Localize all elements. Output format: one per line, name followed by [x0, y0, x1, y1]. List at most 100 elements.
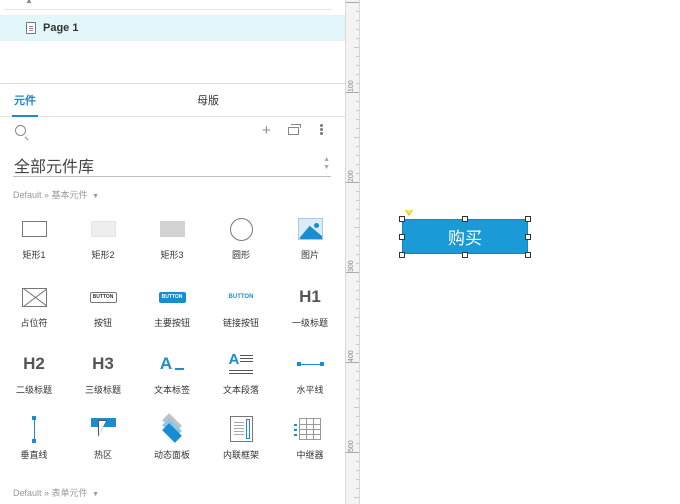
ruler-tick: [356, 290, 359, 291]
widget-image[interactable]: 图片: [280, 210, 340, 268]
widget-primary-button[interactable]: BUTTON 主要按钮: [142, 278, 202, 336]
button-icon: BUTTON: [73, 282, 133, 312]
ruler-tick: [346, 2, 359, 3]
ruler-tick: [356, 281, 359, 282]
group-name: 基本元件: [51, 190, 88, 200]
heading3-icon: H3: [92, 354, 114, 373]
interaction-marker-icon[interactable]: [405, 210, 413, 216]
tab-components[interactable]: 元件: [12, 85, 38, 117]
ruler-tick: [356, 416, 359, 417]
primary-button-icon: BUTTON: [142, 282, 202, 312]
resize-handle-bottom-left[interactable]: [399, 252, 405, 258]
dynamic-panel-icon: [142, 413, 202, 444]
ruler-tick: [354, 317, 359, 318]
left-panel: ▲ Page 1 元件 母版 + 全部元件库 ▲ ▼ Default » 基本元件…: [0, 0, 346, 504]
widget-label: 二级标题: [15, 385, 52, 395]
widget-heading1[interactable]: H1 一级标题: [280, 278, 340, 336]
widget-text-label[interactable]: A 文本标签: [142, 345, 202, 403]
search-icon[interactable]: [15, 125, 26, 136]
ruler-tick: [346, 452, 359, 453]
ruler-tick: [354, 407, 359, 408]
ruler-tick: [356, 434, 359, 435]
ruler-tick: [346, 182, 359, 183]
widget-repeater[interactable]: 中继器: [280, 410, 340, 468]
hotspot-icon: [73, 414, 133, 444]
widget-label: 文本段落: [222, 385, 259, 395]
ruler-tick: [356, 74, 359, 75]
resize-handle-left[interactable]: [399, 234, 405, 240]
ruler-label: 200: [348, 170, 355, 182]
ruler-tick: [356, 263, 359, 264]
widget-vertical-line[interactable]: 垂直线: [4, 410, 64, 468]
resize-handle-top-right[interactable]: [525, 216, 531, 222]
panel-tabs: 元件 母版: [0, 85, 345, 117]
text-paragraph-icon: A: [211, 349, 271, 379]
ruler-tick: [346, 272, 359, 273]
ruler-tick: [356, 344, 359, 345]
collapse-caret-icon[interactable]: ▲: [25, 0, 33, 5]
rectangle-outline-icon: [4, 214, 64, 244]
dropdown-arrow-icon: ▼: [92, 193, 100, 200]
heading1-icon: H1: [299, 287, 321, 306]
add-library-icon[interactable]: +: [262, 123, 271, 138]
ruler-tick: [356, 443, 359, 444]
pages-panel: ▲ Page 1: [0, 0, 345, 84]
group-basic-components[interactable]: Default » 基本元件 ▼: [13, 188, 99, 201]
resize-handle-bottom-right[interactable]: [525, 252, 531, 258]
resize-handle-top-left[interactable]: [399, 216, 405, 222]
widget-label: 圆形: [231, 250, 250, 260]
ruler-label: 400: [348, 350, 355, 362]
library-stack-icon[interactable]: [288, 124, 301, 135]
vertical-ruler: 100 200 300 400 500: [346, 0, 360, 504]
widget-rectangle3[interactable]: 矩形3: [142, 210, 202, 268]
ruler-tick: [356, 83, 359, 84]
circle-icon: [211, 214, 271, 244]
ruler-label: 100: [348, 80, 355, 92]
ruler-tick: [356, 398, 359, 399]
widget-label: 矩形3: [160, 250, 184, 260]
ruler-tick: [356, 11, 359, 12]
widget-text-paragraph[interactable]: A 文本段落: [211, 345, 271, 403]
library-select[interactable]: 全部元件库 ▲ ▼: [13, 152, 331, 177]
tab-masters[interactable]: 母版: [197, 85, 219, 117]
library-select-value: 全部元件库: [14, 159, 95, 176]
resize-handle-top[interactable]: [462, 216, 468, 222]
group-form-components[interactable]: Default » 表单元件 ▼: [13, 486, 99, 499]
horizontal-line-icon: [280, 349, 340, 379]
resize-handle-right[interactable]: [525, 234, 531, 240]
widget-label: 矩形2: [91, 250, 115, 260]
ruler-tick: [356, 119, 359, 120]
more-options-icon[interactable]: [320, 124, 323, 127]
ruler-tick: [356, 380, 359, 381]
ruler-tick: [356, 191, 359, 192]
dropdown-arrow-icon: ▼: [92, 491, 100, 498]
ruler-tick: [356, 146, 359, 147]
widget-label: 文本标签: [153, 385, 190, 395]
design-canvas[interactable]: 购买: [361, 0, 680, 504]
ruler-tick: [356, 128, 359, 129]
ruler-tick: [346, 92, 359, 93]
page-item[interactable]: Page 1: [0, 15, 345, 41]
widget-heading2[interactable]: H2 二级标题: [4, 345, 64, 403]
ruler-tick: [356, 164, 359, 165]
widget-circle[interactable]: 圆形: [211, 210, 271, 268]
resize-handle-bottom[interactable]: [462, 252, 468, 258]
widget-button[interactable]: BUTTON 按钮: [73, 278, 133, 336]
widget-rectangle1[interactable]: 矩形1: [4, 210, 64, 268]
buy-button[interactable]: 购买: [402, 219, 528, 254]
widget-dynamic-panel[interactable]: 动态面板: [142, 410, 202, 468]
ruler-tick: [356, 308, 359, 309]
widget-heading3[interactable]: H3 三级标题: [73, 345, 133, 403]
ruler-tick: [356, 299, 359, 300]
ruler-tick: [356, 110, 359, 111]
widget-horizontal-line[interactable]: 水平线: [280, 345, 340, 403]
ruler-tick: [356, 38, 359, 39]
image-icon: [280, 214, 340, 244]
ruler-tick: [356, 371, 359, 372]
widget-link-button[interactable]: BUTTON 链接按钮: [211, 278, 271, 336]
widget-label: 矩形1: [22, 250, 46, 260]
widget-inline-frame[interactable]: 内联框架: [211, 410, 271, 468]
widget-placeholder[interactable]: 占位符: [4, 278, 64, 336]
widget-hotspot[interactable]: 热区: [73, 410, 133, 468]
widget-rectangle2[interactable]: 矩形2: [73, 210, 133, 268]
